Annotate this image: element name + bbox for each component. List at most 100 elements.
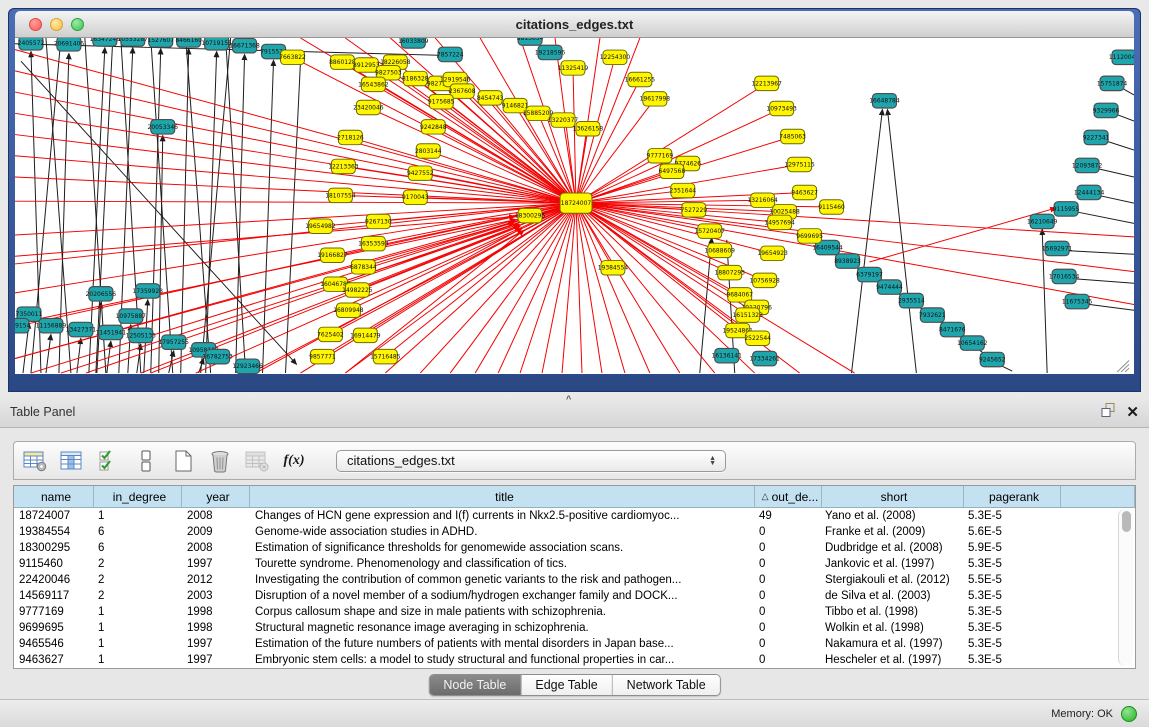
graph-node[interactable]: 20691406	[54, 38, 85, 51]
graph-node[interactable]: 12505135	[126, 328, 157, 342]
graph-node[interactable]: 9463627	[791, 185, 818, 199]
float-panel-icon[interactable]	[1100, 402, 1116, 423]
memory-ok-indicator[interactable]	[1121, 706, 1137, 722]
graph-node[interactable]: 6379197	[856, 267, 883, 281]
table-row[interactable]: 946554611997Estimation of the future num…	[14, 636, 1135, 652]
row-select-icon[interactable]	[96, 448, 122, 474]
table-row[interactable]: 977716911998Corpus callosum shape and si…	[14, 604, 1135, 620]
table-row[interactable]: 1456911722003Disruption of a novel membe…	[14, 588, 1135, 604]
column-header-year[interactable]: year	[182, 486, 250, 507]
graph-node[interactable]: 13626158	[573, 122, 604, 136]
graph-node[interactable]: 18107554	[325, 188, 356, 202]
column-header-filler[interactable]	[1061, 486, 1135, 507]
network-window-titlebar[interactable]: citations_edges.txt	[15, 11, 1134, 38]
graph-node[interactable]: 17957255	[159, 335, 190, 349]
graph-node[interactable]: 13216064	[747, 193, 778, 207]
graph-node[interactable]: 8860128	[329, 55, 356, 69]
graph-node[interactable]: 8471676	[939, 322, 966, 336]
close-panel-icon[interactable]: ✕	[1126, 405, 1139, 420]
graph-node[interactable]: 16033809	[398, 38, 429, 48]
column-chooser-icon[interactable]	[59, 448, 85, 474]
graph-node[interactable]: 7527229	[680, 203, 707, 217]
graph-node[interactable]: 16543862	[358, 77, 389, 91]
graph-node[interactable]: 16671368	[229, 38, 260, 52]
table-row[interactable]: 969969511998Structural magnetic resonanc…	[14, 620, 1135, 636]
column-header-out_degree[interactable]: △out_de...	[755, 486, 822, 507]
graph-node[interactable]: 11451941	[96, 325, 127, 339]
delete-trash-icon[interactable]	[207, 448, 233, 474]
tab-network-table[interactable]: Network Table	[613, 675, 720, 695]
graph-node[interactable]: 6878344	[350, 260, 377, 274]
graph-node[interactable]: 15716485	[370, 349, 401, 363]
tab-edge-table[interactable]: Edge Table	[521, 675, 612, 695]
graph-node[interactable]: 12213363	[328, 159, 359, 173]
table-row[interactable]: 2242004622012Investigating the contribut…	[14, 572, 1135, 588]
network-canvas[interactable]: 2405572206914061634724810553287152760784…	[15, 38, 1134, 374]
graph-node[interactable]: 19654923	[757, 246, 788, 260]
graph-node[interactable]: 10654162	[957, 336, 988, 350]
graph-node[interactable]: 11120041	[1109, 50, 1134, 64]
graph-node[interactable]: 10973493	[766, 101, 797, 115]
graph-node[interactable]: 8813054	[517, 38, 544, 45]
graph-node[interactable]: 17334261	[749, 351, 780, 365]
graph-node[interactable]: 9777169	[647, 149, 674, 163]
graph-node[interactable]: 10553287	[118, 38, 149, 46]
graph-node[interactable]: 9245652	[979, 352, 1006, 366]
graph-node[interactable]: 16914479	[350, 328, 381, 342]
column-header-name[interactable]: name	[14, 486, 94, 507]
graph-node[interactable]: 14982225	[342, 283, 373, 297]
merge-rows-icon[interactable]	[133, 448, 159, 474]
graph-node[interactable]: 2718126	[337, 130, 364, 144]
graph-node[interactable]: 11325419	[558, 61, 589, 75]
graph-node[interactable]: 8839154	[15, 318, 31, 332]
graph-node[interactable]: 19166827	[317, 248, 348, 262]
graph-node[interactable]: 23420046	[353, 100, 384, 114]
graph-node[interactable]: 9175685	[428, 94, 455, 108]
graph-node[interactable]: 2351644	[670, 183, 697, 197]
column-header-in_degree[interactable]: in_degree	[94, 486, 182, 507]
graph-node[interactable]: 9474444	[876, 280, 903, 294]
column-header-short[interactable]: short	[822, 486, 964, 507]
table-row[interactable]: 1872400712008Changes of HCN gene express…	[14, 508, 1135, 524]
graph-node[interactable]: 9329966	[1093, 103, 1120, 117]
network-graph[interactable]: 2405572206914061634724810553287152760784…	[15, 38, 1134, 374]
graph-node[interactable]: 2522544	[744, 331, 771, 345]
graph-node[interactable]: 15720407	[695, 224, 726, 238]
graph-node[interactable]: 11675345	[1062, 294, 1093, 308]
graph-node[interactable]: 12254300	[600, 50, 631, 64]
graph-node[interactable]: 8938923	[834, 254, 861, 268]
graph-node[interactable]: 7625402	[317, 327, 344, 341]
table-row[interactable]: 946362711997Embryonic stem cells: a mode…	[14, 652, 1135, 668]
graph-node[interactable]: 16210649	[1027, 214, 1058, 228]
graph-node[interactable]: 2405572	[18, 38, 45, 50]
graph-node[interactable]: 13220377	[548, 113, 579, 127]
graph-node[interactable]: 16353593	[358, 236, 389, 250]
graph-node[interactable]: 16661255	[625, 72, 656, 86]
graph-node[interactable]: 11156889	[36, 318, 67, 332]
graph-node[interactable]: 19654982	[305, 219, 336, 233]
graph-node[interactable]: 13427371	[66, 322, 97, 336]
graph-node[interactable]: 16151323	[732, 308, 763, 322]
table-selector-dropdown[interactable]: citations_edges.txt ▲▼	[336, 450, 726, 472]
graph-node[interactable]: 19384554	[598, 261, 629, 275]
table-row[interactable]: 1830029562008Estimation of significance …	[14, 540, 1135, 556]
graph-node[interactable]: 2803144	[415, 144, 442, 158]
graph-node[interactable]: 16782753	[202, 349, 233, 363]
graph-node[interactable]: 12923466	[232, 359, 263, 373]
resize-grip-icon[interactable]	[1117, 360, 1129, 372]
graph-node[interactable]: 20206556	[86, 287, 117, 301]
graph-node[interactable]: 9242848	[420, 120, 447, 134]
graph-node[interactable]: 18300295	[515, 208, 546, 222]
table-row[interactable]: 911546021997Tourette syndrome. Phenomeno…	[14, 556, 1135, 572]
graph-node[interactable]: 12444134	[1074, 185, 1105, 199]
graph-node[interactable]: 7932621	[919, 308, 946, 322]
graph-node[interactable]: 7663822	[279, 50, 306, 64]
graph-node[interactable]: 12093872	[1072, 158, 1103, 172]
graph-node[interactable]: 10688609	[705, 243, 736, 257]
column-header-pagerank[interactable]: pagerank	[964, 486, 1061, 507]
table-row[interactable]: 1938455462009Genome-wide association stu…	[14, 524, 1135, 540]
graph-node[interactable]: 16648784	[869, 94, 900, 108]
graph-nodes[interactable]: 2405572206914061634724810553287152760784…	[15, 38, 1134, 374]
graph-node[interactable]: 12213967	[751, 76, 782, 90]
graph-node[interactable]: 16136141	[712, 348, 743, 362]
